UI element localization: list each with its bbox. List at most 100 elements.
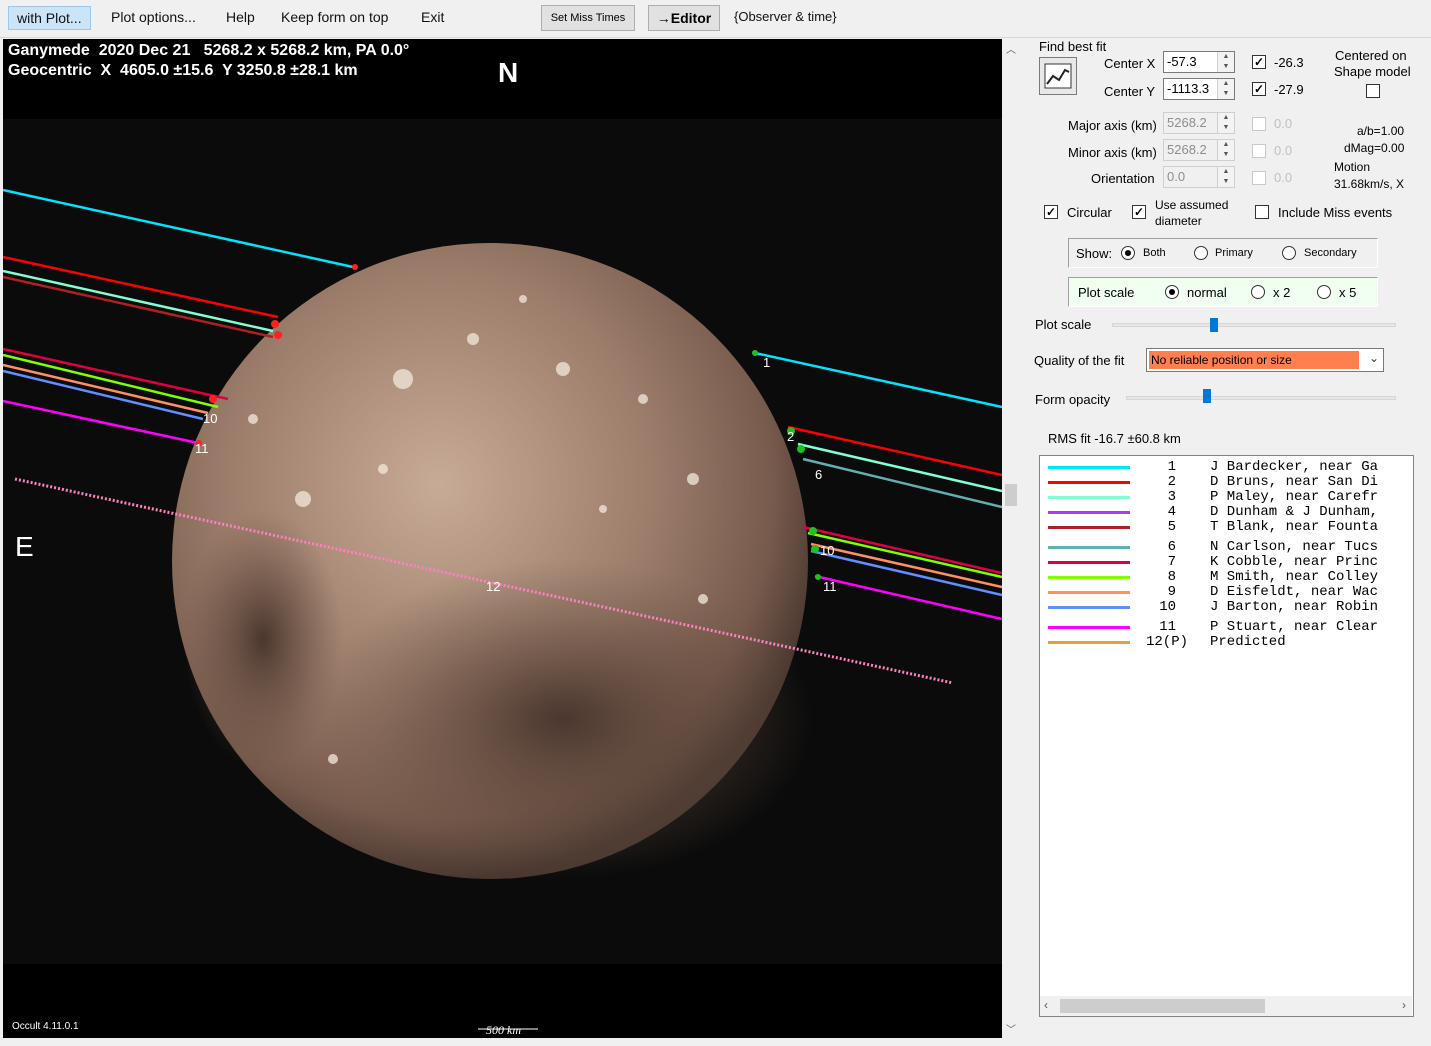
scroll-up-icon[interactable]: ︿	[1006, 41, 1016, 56]
center-x-label: Center X	[1104, 56, 1156, 71]
observer-color-swatch	[1048, 546, 1130, 549]
observer-color-swatch	[1048, 576, 1130, 579]
include-miss-checkbox[interactable]	[1255, 205, 1269, 219]
list-horizontal-scrollbar[interactable]: ‹ ›	[1040, 996, 1412, 1016]
observer-number: 9	[1167, 584, 1176, 600]
set-miss-times-button[interactable]: Set Miss Times	[541, 5, 635, 31]
center-y-input[interactable]: -1113.3 ▲ ▼	[1163, 78, 1235, 100]
observer-row[interactable]: 8 M Smith, near Colley	[1040, 569, 1413, 585]
editor-button[interactable]: →Editor	[648, 5, 720, 31]
plot-scale-thumb[interactable]	[1210, 318, 1219, 332]
orientation-checkbox[interactable]	[1252, 171, 1266, 185]
minor-axis-input[interactable]: 5268.2 ▲ ▼	[1163, 139, 1235, 161]
center-x-check-value: -26.3	[1274, 55, 1304, 70]
center-x-input[interactable]: -57.3 ▲ ▼	[1163, 51, 1235, 73]
plot-header-line1: Ganymede 2020 Dec 21 5268.2 x 5268.2 km,…	[8, 42, 410, 59]
observer-name: M Smith, near Colley	[1210, 569, 1379, 585]
form-opacity-thumb[interactable]	[1203, 389, 1211, 403]
use-assumed-label-1: Use assumed	[1155, 198, 1229, 212]
plot-canvas	[3, 119, 1002, 1030]
find-best-fit-button[interactable]	[1039, 57, 1077, 95]
observer-name: D Bruns, near San Di	[1210, 474, 1379, 490]
minor-axis-label: Minor axis (km)	[1068, 145, 1157, 160]
observer-row[interactable]: 1 J Bardecker, near Ga	[1040, 460, 1413, 475]
scroll-left-icon[interactable]: ‹	[1044, 998, 1048, 1012]
observer-row[interactable]: 2 D Bruns, near San Di	[1040, 474, 1413, 490]
minor-axis-checkbox[interactable]	[1252, 144, 1266, 158]
orientation-input[interactable]: 0.0 ▲ ▼	[1163, 166, 1235, 188]
scroll-right-icon[interactable]: ›	[1402, 998, 1406, 1012]
scale-x2-radio[interactable]	[1251, 285, 1265, 299]
east-marker: E	[15, 531, 34, 562]
observer-name: D Dunham & J Dunham,	[1210, 504, 1379, 520]
chord-label-10-west: 10	[203, 411, 218, 426]
menu-keep-form-on-top[interactable]: Keep form on top	[273, 6, 396, 30]
chord-label-2: 2	[787, 429, 795, 444]
scale-x5-radio[interactable]	[1317, 285, 1331, 299]
list-scroll-thumb[interactable]	[1060, 999, 1265, 1013]
scale-normal-radio[interactable]	[1165, 285, 1179, 299]
occultation-plot[interactable]: Ganymede 2020 Dec 21 5268.2 x 5268.2 km,…	[3, 39, 1002, 1038]
north-marker: N	[498, 57, 519, 88]
observer-color-swatch	[1048, 641, 1130, 644]
observer-color-swatch	[1048, 626, 1130, 629]
major-axis-input[interactable]: 5268.2 ▲ ▼	[1163, 112, 1235, 134]
scroll-down-icon[interactable]: ﹀	[1006, 1021, 1016, 1036]
plot-scale-group-label: Plot scale	[1078, 285, 1135, 300]
plot-scale-slider-label: Plot scale	[1035, 317, 1092, 332]
scale-bar-label: 500 km	[486, 1023, 521, 1037]
plot-vertical-scrollbar[interactable]: ︿ ﹀	[1003, 39, 1019, 1038]
observer-color-swatch	[1048, 466, 1130, 469]
quality-label: Quality of the fit	[1034, 353, 1125, 368]
observer-name: J Barton, near Robin	[1210, 599, 1379, 615]
observer-row[interactable]: 5 T Blank, near Founta	[1040, 519, 1413, 535]
use-assumed-label-2: diameter	[1155, 214, 1202, 228]
observer-name: N Carlson, near Tucs	[1210, 539, 1379, 555]
observer-row[interactable]: 11 P Stuart, near Clear	[1040, 620, 1413, 635]
motion-value: 31.68km/s, X	[1334, 177, 1405, 191]
scale-x2-label: x 2	[1273, 285, 1291, 300]
find-best-fit-label: Find best fit	[1039, 39, 1107, 54]
show-secondary-radio[interactable]	[1282, 246, 1296, 260]
menu-exit[interactable]: Exit	[413, 6, 452, 30]
menu-plot-options[interactable]: Plot options...	[103, 6, 204, 30]
major-axis-checkbox[interactable]	[1252, 117, 1266, 131]
observer-number: 12(P)	[1146, 634, 1189, 650]
orientation-check-value: 0.0	[1274, 170, 1293, 185]
observer-time-label[interactable]: {Observer & time}	[726, 6, 845, 30]
quality-value: No reliable position or size	[1149, 351, 1359, 369]
observer-number: 4	[1167, 504, 1176, 520]
chart-icon	[1044, 63, 1072, 89]
observer-row[interactable]: 6 N Carlson, near Tucs	[1040, 539, 1413, 555]
center-x-checkbox[interactable]: ✓	[1252, 55, 1266, 69]
scale-x5-label: x 5	[1339, 285, 1357, 300]
show-label: Show:	[1076, 246, 1113, 261]
menu-help[interactable]: Help	[218, 6, 263, 30]
observer-row[interactable]: 10 J Barton, near Robin	[1040, 599, 1413, 615]
circular-checkbox[interactable]: ✓	[1044, 205, 1058, 219]
observer-row[interactable]: 3 P Maley, near Carefr	[1040, 490, 1413, 505]
minor-check-value: 0.0	[1274, 143, 1293, 158]
chevron-down-icon: ⌄	[1368, 351, 1379, 365]
observer-list[interactable]: 1 J Bardecker, near Ga 2 D Bruns, near San …	[1039, 455, 1414, 1017]
center-y-label: Center Y	[1104, 84, 1156, 99]
quality-select[interactable]: No reliable position or size ⌄	[1146, 348, 1384, 372]
dmag-value: dMag=0.00	[1344, 141, 1405, 155]
observer-name: Predicted	[1210, 634, 1286, 650]
observer-row[interactable]: 12(P) Predicted	[1040, 634, 1413, 650]
scroll-thumb[interactable]	[1005, 484, 1017, 506]
observer-name: T Blank, near Founta	[1210, 519, 1379, 535]
use-assumed-diameter-checkbox[interactable]: ✓	[1132, 205, 1146, 219]
show-secondary-label: Secondary	[1304, 247, 1357, 259]
shape-model-checkbox[interactable]	[1366, 84, 1380, 98]
form-opacity-slider[interactable]	[1126, 396, 1396, 400]
menu-with-plot[interactable]: with Plot...	[8, 6, 91, 30]
plot-scale-slider[interactable]	[1112, 323, 1396, 327]
observer-row[interactable]: 7 K Cobble, near Princ	[1040, 555, 1413, 570]
show-primary-radio[interactable]	[1194, 246, 1208, 260]
observer-row[interactable]: 4 D Dunham & J Dunham,	[1040, 504, 1413, 520]
observer-row[interactable]: 9 D Eisfeldt, near Wac	[1040, 584, 1413, 600]
observer-color-swatch	[1048, 496, 1130, 499]
center-y-checkbox[interactable]: ✓	[1252, 82, 1266, 96]
show-both-radio[interactable]	[1121, 246, 1135, 260]
